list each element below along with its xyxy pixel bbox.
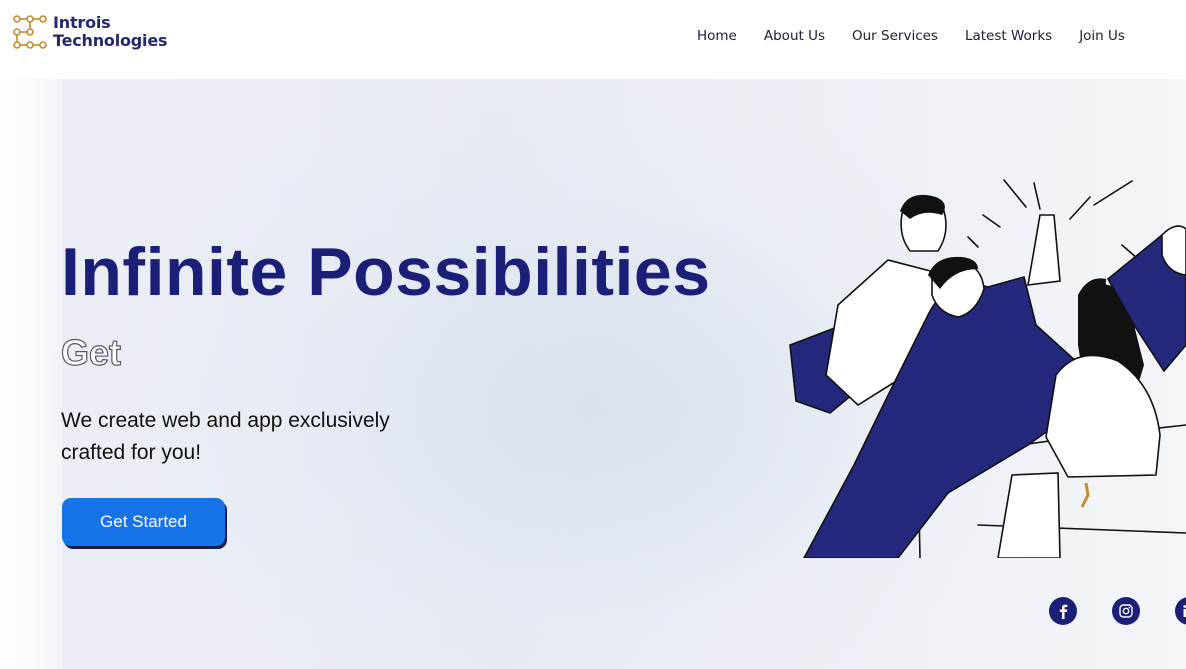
social-links bbox=[1049, 597, 1186, 625]
get-started-button[interactable]: Get Started bbox=[62, 498, 225, 546]
logo-line-1: Introis bbox=[53, 13, 111, 32]
hero-headline: Infinite Possibilities bbox=[61, 234, 711, 310]
team-high-five-illustration bbox=[789, 179, 1186, 558]
logo-wordmark: Introis Technologies bbox=[53, 14, 167, 50]
nav-home[interactable]: Home bbox=[697, 28, 737, 44]
nav-about-us[interactable]: About Us bbox=[764, 28, 825, 44]
nav-join-us[interactable]: Join Us bbox=[1079, 28, 1125, 44]
linkedin-icon[interactable] bbox=[1175, 597, 1186, 625]
logo[interactable]: Introis Technologies bbox=[13, 14, 167, 50]
nav-our-services[interactable]: Our Services bbox=[852, 28, 938, 44]
hero-tagline: We create web and app exclusively crafte… bbox=[61, 409, 390, 464]
facebook-icon[interactable] bbox=[1049, 597, 1077, 625]
main-nav: Home About Us Our Services Latest Works … bbox=[697, 28, 1152, 44]
navbar: Introis Technologies Home About Us Our S… bbox=[0, 0, 1186, 79]
logo-line-2: Technologies bbox=[53, 31, 168, 50]
logo-circuit-icon bbox=[13, 15, 47, 49]
hero-typed-text: Get bbox=[60, 331, 122, 373]
nav-latest-works[interactable]: Latest Works bbox=[965, 28, 1052, 44]
instagram-icon[interactable] bbox=[1112, 597, 1140, 625]
